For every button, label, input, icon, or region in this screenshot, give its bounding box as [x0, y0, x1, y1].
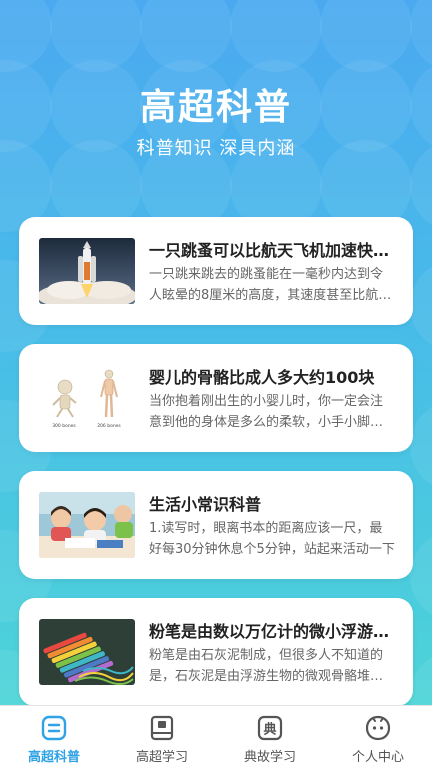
article-card[interactable]: 生活小常识科普 1.读写时，眼离书本的距离应该一尺，最好每30分钟休息个5分钟，… [19, 471, 413, 579]
skeleton-label: 206 bones [97, 423, 121, 429]
tab-label: 高超学习 [135, 750, 188, 765]
article-title: 一只跳蚤可以比航天飞机加速快50倍 [149, 241, 395, 260]
svg-text:典: 典 [263, 722, 276, 738]
article-summary: 一只跳来跳去的跳蚤能在一毫秒内达到令人眩晕的8厘米的高度，其速度甚至比航天飞机还… [149, 267, 392, 303]
article-summary: 当你抱着刚出生的小婴儿时，你一定会注意到他的身体是多么的柔软，小手小脚都软软的 [149, 394, 384, 430]
colored-chalk-thumbnail [39, 619, 135, 685]
list-icon [41, 715, 67, 741]
tab-label: 个人中心 [351, 750, 404, 765]
article-card[interactable]: 粉笔是由数以万亿计的微小浮游生物构成的 粉笔是由石灰泥制成，但很多人不知道的是，… [19, 598, 413, 706]
tab-popular-science[interactable]: 高超科普 [0, 706, 108, 769]
hero-header: 高超科普 科普知识 深具内涵 [0, 0, 432, 210]
bottom-tab-bar: 高超科普 高超学习 典 典故学习 个人中心 [0, 705, 432, 769]
tab-allusions[interactable]: 典 典故学习 [216, 706, 324, 769]
tab-label: 高超科普 [27, 750, 80, 765]
tab-label: 典故学习 [243, 750, 296, 765]
tab-study[interactable]: 高超学习 [108, 706, 216, 769]
article-title: 生活小常识科普 [149, 495, 262, 514]
rocket-launch-thumbnail [39, 238, 135, 304]
children-reading-thumbnail [39, 492, 135, 558]
article-summary: 1.读写时，眼离书本的距离应该一尺，最好每30分钟休息个5分钟，站起来活动一下 [149, 521, 395, 557]
page-title: 高超科普 [139, 87, 292, 128]
article-summary: 粉笔是由石灰泥制成，但很多人不知道的是，石灰泥是由浮游生物的微观骨骼堆积而成 [149, 648, 384, 684]
skeletons-thumbnail: 300 bones 206 bones [39, 365, 135, 431]
article-title: 婴儿的骨骼比成人多大约100块 [149, 368, 375, 387]
page-subtitle: 科普知识 深具内涵 [136, 138, 296, 159]
book-icon [150, 715, 174, 741]
article-card[interactable]: 300 bones 206 bones 婴儿的骨骼比成人多大约100块 当你抱着… [19, 344, 413, 452]
face-icon [365, 715, 391, 741]
tab-profile[interactable]: 个人中心 [324, 706, 432, 769]
skeleton-label: 300 bones [52, 423, 76, 429]
dian-icon: 典 [257, 715, 283, 741]
article-card[interactable]: 一只跳蚤可以比航天飞机加速快50倍 一只跳来跳去的跳蚤能在一毫秒内达到令人眩晕的… [19, 217, 413, 325]
article-title: 粉笔是由数以万亿计的微小浮游生物构成的 [149, 622, 395, 641]
